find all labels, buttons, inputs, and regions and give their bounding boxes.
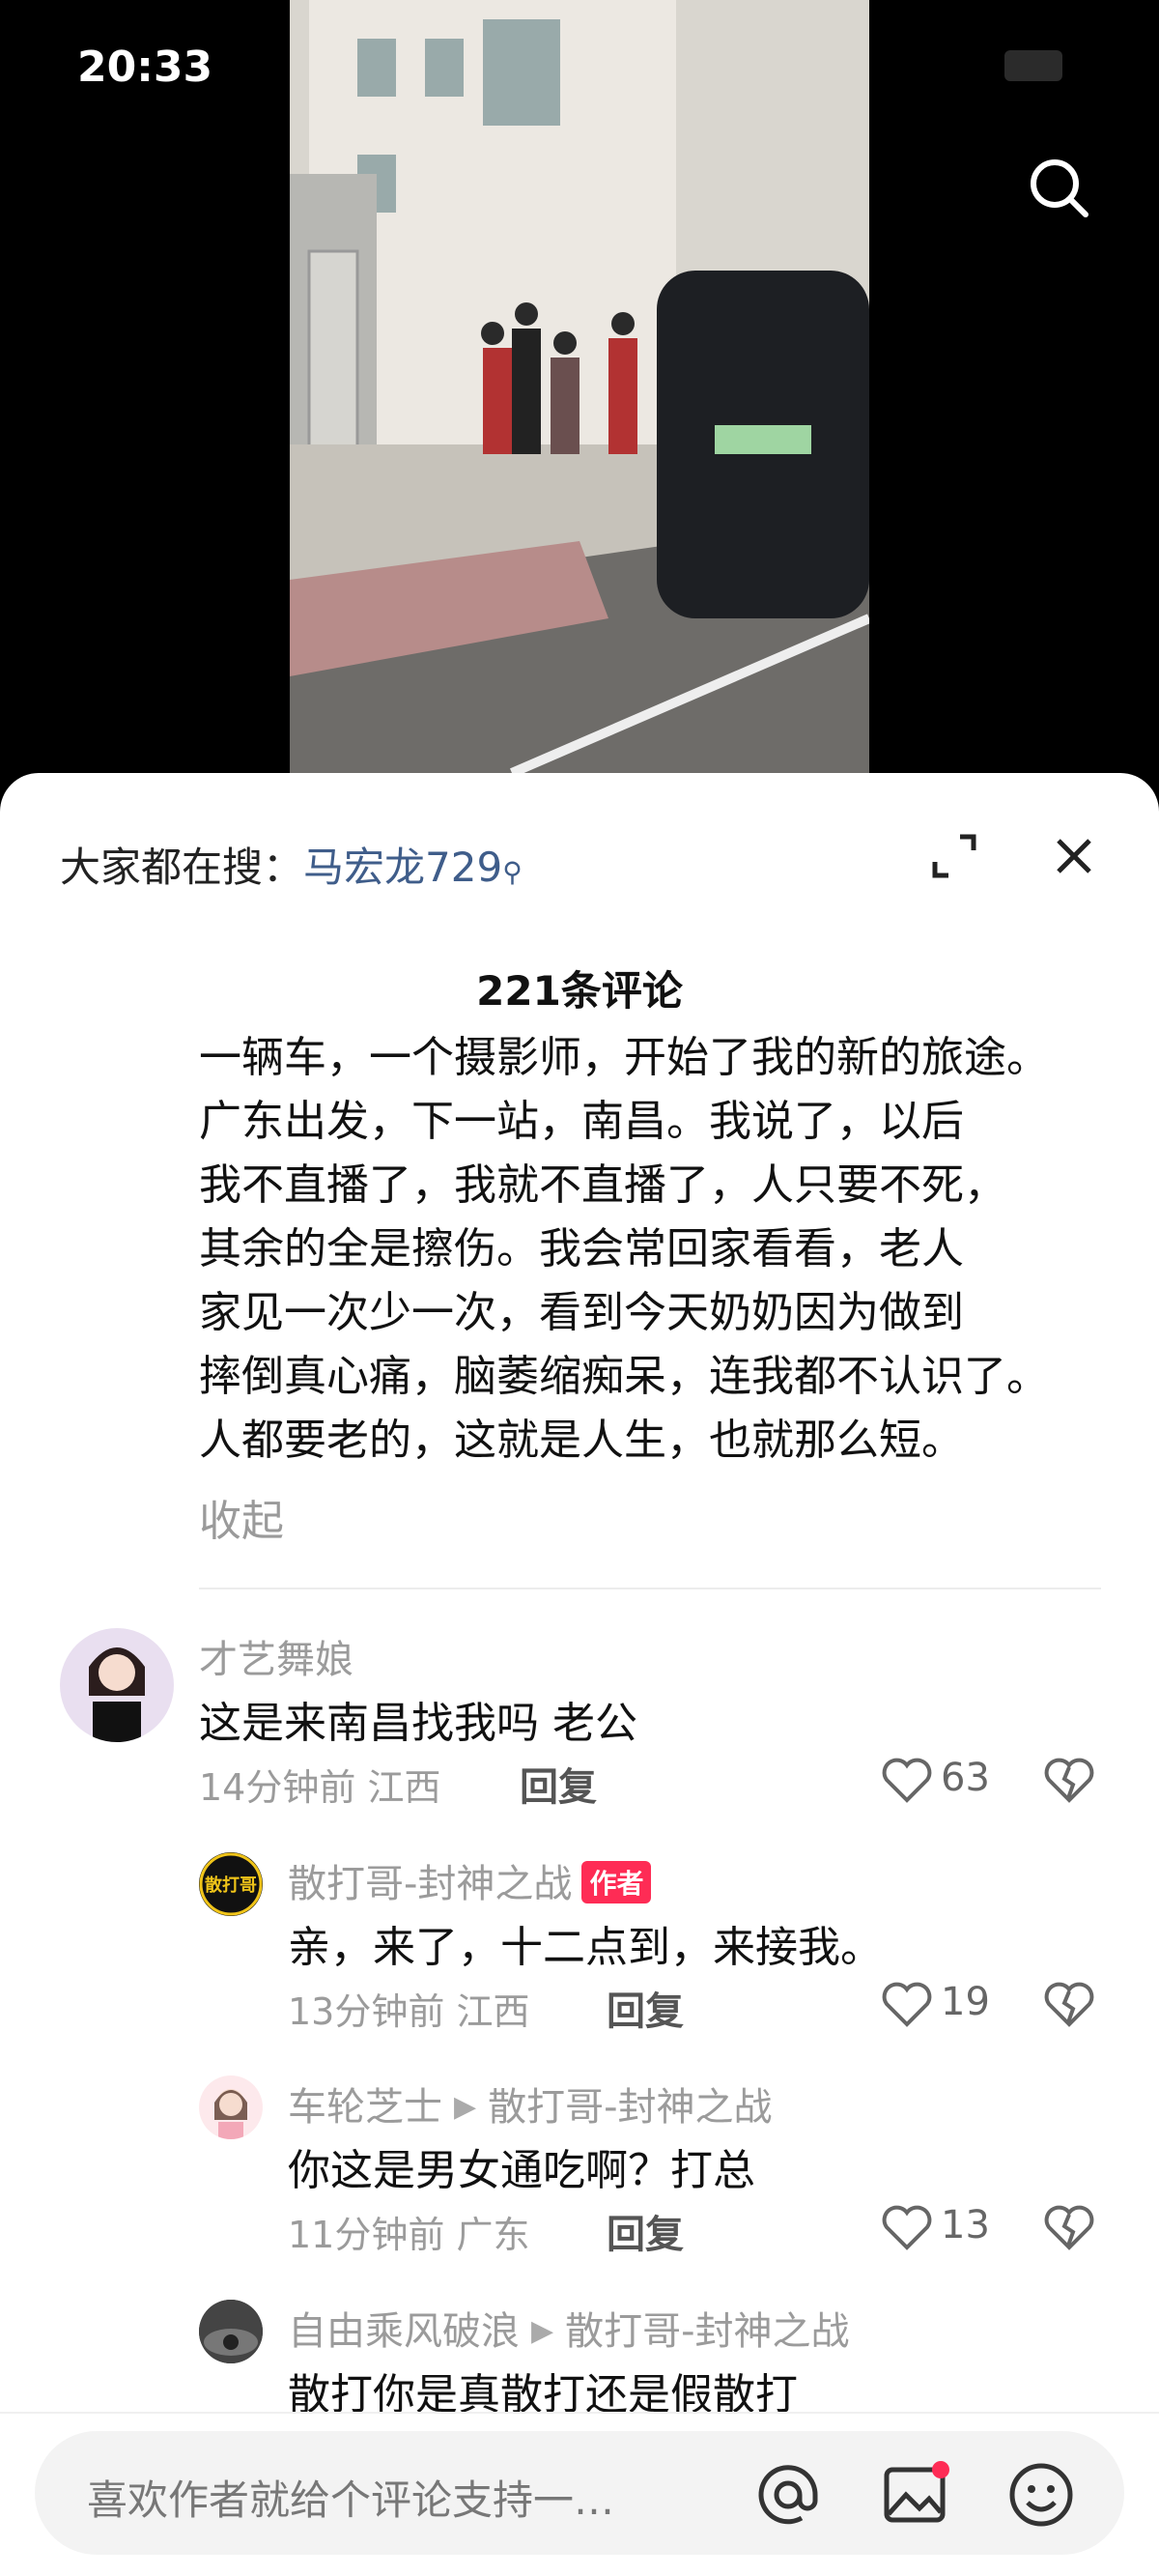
reply-arrow-icon: ▶ [531, 2314, 554, 2348]
status-time: 20:33 [77, 43, 213, 92]
author-badge: 作者 [581, 1861, 652, 1903]
avatar[interactable] [199, 2075, 263, 2139]
like-count: 19 [941, 1980, 990, 2024]
comment-username[interactable]: 才艺舞娘 [199, 1628, 353, 1684]
reply-button[interactable]: 回复 [607, 1980, 684, 2036]
reply-button[interactable]: 回复 [520, 1756, 597, 1812]
comment-text: 你这是男女通吃啊？打总 [288, 2146, 755, 2195]
search-icon[interactable] [1026, 155, 1091, 220]
broken-heart-icon[interactable] [1043, 2203, 1095, 2251]
like-count: 63 [941, 1756, 990, 1800]
status-indicators [1004, 50, 1062, 81]
video-frame [290, 0, 869, 773]
emoji-icon[interactable] [1004, 2458, 1078, 2532]
at-icon[interactable] [751, 2458, 825, 2532]
avatar[interactable] [60, 1628, 174, 1742]
comment-input-bar: 喜欢作者就给个评论支持一… [0, 2412, 1159, 2576]
video-description: 一辆车，一个摄影师，开始了我的新的旅途。 广东出发，下一站，南昌。我说了，以后 … [199, 1033, 1049, 1465]
comment-text: 亲，来了，十二点到，来接我。 [288, 1923, 883, 1972]
search-small-icon: ⚲ [502, 856, 523, 888]
trending-query[interactable]: 马宏龙729 [303, 844, 502, 891]
avatar-text: 散打哥 [205, 1875, 257, 1896]
expand-icon[interactable] [927, 829, 981, 883]
avatar[interactable]: 散打哥 [199, 1852, 263, 1916]
heart-icon[interactable] [881, 1980, 933, 2028]
divider [199, 1588, 1101, 1589]
comment-username[interactable]: 车轮芝士 ▶ 散打哥-封神之战 [288, 2075, 773, 2132]
broken-heart-icon[interactable] [1043, 1980, 1095, 2028]
collapse-link[interactable]: 收起 [199, 1486, 284, 1548]
close-icon[interactable] [1047, 829, 1101, 883]
comment-meta: 14分钟前 江西 [199, 1766, 441, 1809]
input-placeholder: 喜欢作者就给个评论支持一… [87, 2476, 615, 2524]
comment-input[interactable]: 喜欢作者就给个评论支持一… [35, 2431, 1124, 2555]
broken-heart-icon[interactable] [1043, 1756, 1095, 1804]
trending-search[interactable]: 大家都在搜：马宏龙729⚲ [60, 835, 523, 894]
comment-sheet: 大家都在搜：马宏龙729⚲ 221条评论 一辆车，一个摄影师，开始了我的新的旅途… [0, 773, 1159, 2574]
comment-meta: 13分钟前 江西 [288, 1990, 530, 2033]
reply-arrow-icon: ▶ [454, 2090, 477, 2124]
trending-prefix: 大家都在搜： [60, 844, 304, 891]
comment-username[interactable]: 自由乘风破浪 ▶ 散打哥-封神之战 [288, 2300, 850, 2356]
comment-meta: 11分钟前 广东 [288, 2214, 530, 2256]
video-player[interactable]: 20:33 [0, 0, 1159, 792]
comment-text: 这是来南昌找我吗 老公 [199, 1699, 637, 1748]
reply-button[interactable]: 回复 [607, 2203, 684, 2259]
image-icon[interactable] [879, 2458, 952, 2532]
avatar[interactable] [199, 2300, 263, 2363]
heart-icon[interactable] [881, 1756, 933, 1804]
heart-icon[interactable] [881, 2203, 933, 2251]
comment-username[interactable]: 散打哥-封神之战 作者 [288, 1852, 652, 1908]
comment-count: 221条评论 [476, 967, 683, 1015]
like-count: 13 [941, 2203, 990, 2247]
